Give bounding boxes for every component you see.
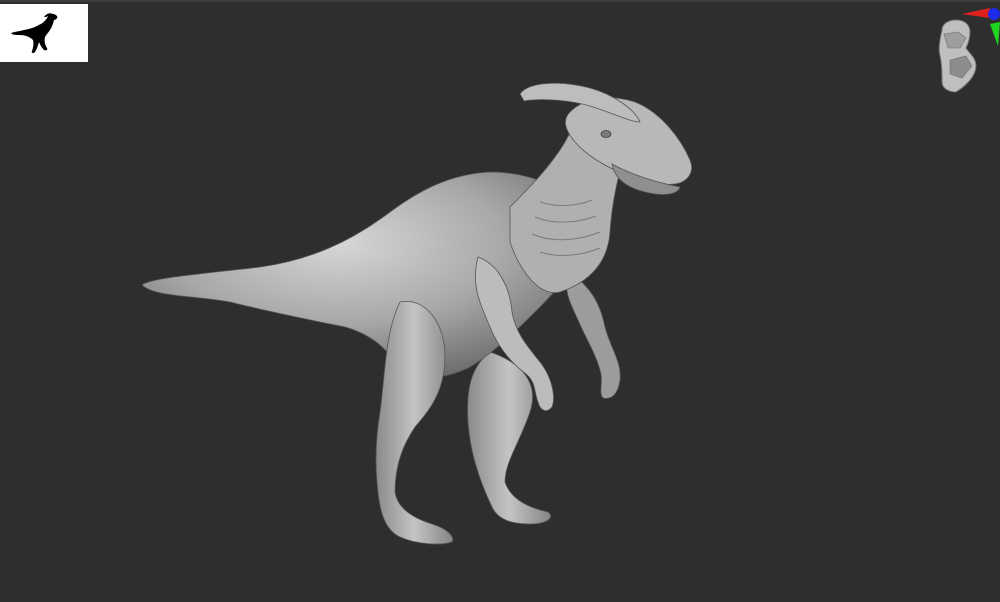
3d-viewport[interactable] — [0, 0, 1000, 602]
y-axis-marker — [990, 22, 1000, 46]
dinosaur-model[interactable] — [0, 2, 1000, 602]
x-axis-marker — [962, 8, 990, 18]
eye — [600, 130, 612, 138]
z-axis-marker — [988, 8, 1000, 20]
navigation-gizmo[interactable] — [928, 4, 1000, 96]
model-thumbnail[interactable] — [0, 4, 88, 62]
head-navigation-icon — [938, 8, 1000, 93]
far-arm — [566, 271, 621, 399]
dinosaur-silhouette-icon — [11, 13, 58, 54]
